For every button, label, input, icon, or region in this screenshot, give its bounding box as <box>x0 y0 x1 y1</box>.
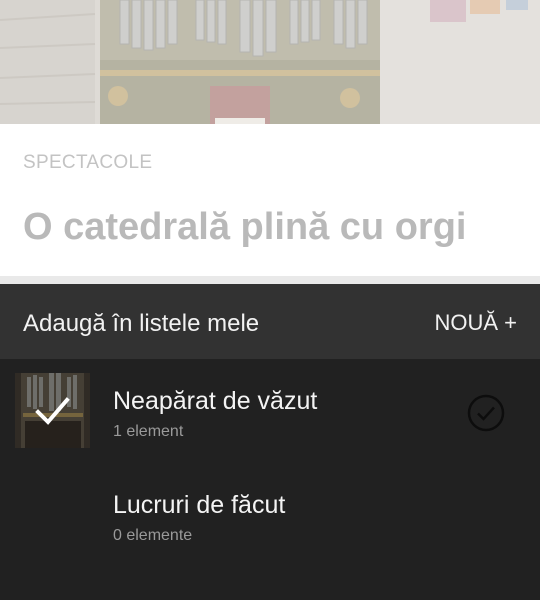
add-to-lists-header: Adaugă în listele mele NOUĂ + <box>0 284 540 359</box>
list-item-count: 1 element <box>113 423 184 440</box>
list-item-name: Neapărat de văzut <box>113 387 318 415</box>
divider <box>0 276 540 284</box>
list-item-count: 0 elemente <box>113 527 193 544</box>
checked-circle-icon[interactable] <box>467 394 505 432</box>
list-item-things-to-do[interactable]: Lucruri de făcut 0 elemente <box>0 477 540 577</box>
organ-photo-illustration <box>0 0 540 124</box>
list-thumbnail <box>15 373 90 448</box>
screen: SPECTACOLE O catedrală plină cu orgi Ada… <box>0 0 540 600</box>
category-label: SPECTACOLE <box>23 152 153 173</box>
new-list-button[interactable]: NOUĂ + <box>434 310 517 336</box>
selected-check-icon <box>35 397 70 425</box>
list-item-name: Lucruri de făcut <box>113 491 286 519</box>
lists-container: Neapărat de văzut 1 element Lucruri de f… <box>0 359 540 600</box>
list-item-must-see[interactable]: Neapărat de văzut 1 element <box>0 373 540 473</box>
page-title: O catedrală plină cu orgi <box>23 206 467 248</box>
sheet-title: Adaugă în listele mele <box>23 310 260 337</box>
hero-image <box>0 0 540 124</box>
attraction-card: SPECTACOLE O catedrală plină cu orgi <box>0 124 540 276</box>
